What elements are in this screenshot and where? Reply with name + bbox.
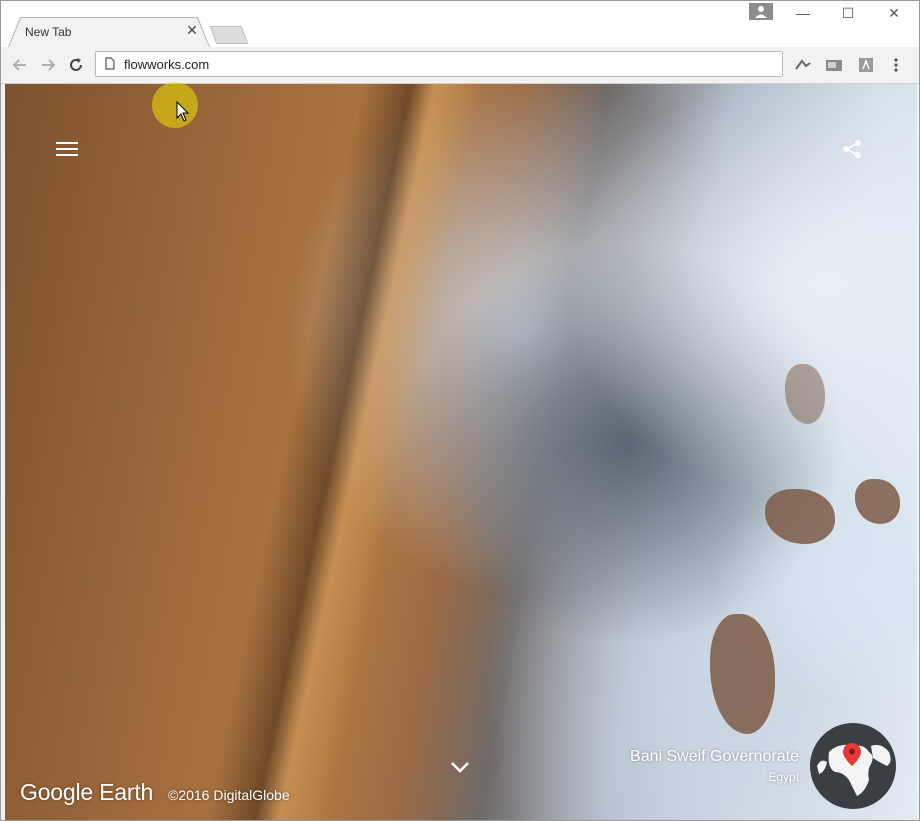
google-earth-logo: Google Earth [20,779,154,805]
hamburger-icon[interactable] [56,142,78,158]
copyright-text: ©2016 DigitalGlobe [168,787,290,803]
page-icon [105,57,115,75]
forward-icon[interactable] [38,55,58,75]
tab-close-icon[interactable]: ✕ [185,23,199,37]
menu-dots-icon[interactable] [891,57,901,73]
maximize-button[interactable]: ☐ [837,5,859,21]
cast-icon[interactable] [825,57,843,73]
place-name[interactable]: Bani Sweif Governorate [630,748,799,766]
browser-toolbar: flowworks.com [1,47,919,84]
extension-icon[interactable] [794,57,812,73]
address-bar[interactable]: flowworks.com [95,51,783,77]
satellite-terrain [206,84,484,820]
mouse-cursor-icon [176,100,190,123]
place-country: Egypt [768,770,799,784]
close-window-button[interactable]: ✕ [883,5,905,21]
new-tab-button[interactable] [209,26,249,44]
reload-icon[interactable] [66,55,86,75]
minimize-button[interactable]: — [792,5,814,21]
chevron-down-icon[interactable] [449,760,471,774]
cursor-highlight [152,82,198,128]
tab-title: New Tab [25,25,72,39]
back-icon[interactable] [10,55,30,75]
earth-view[interactable]: Google Earth ©2016 DigitalGlobe Bani Swe… [5,84,917,820]
url-text: flowworks.com [124,57,210,72]
title-bar: New Tab ✕ — ☐ ✕ [1,1,919,47]
browser-window: New Tab ✕ — ☐ ✕ flowworks.com Google Ear… [0,0,920,821]
pdf-icon[interactable] [857,57,875,73]
share-icon[interactable] [841,138,863,160]
profile-icon[interactable] [749,3,773,20]
globe-icon[interactable] [809,722,897,810]
